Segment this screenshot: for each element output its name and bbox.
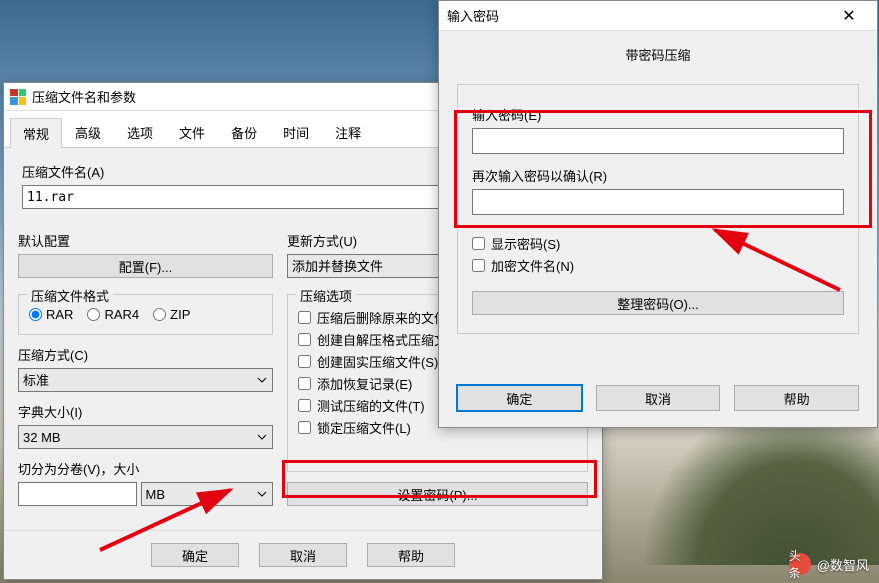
encrypt-names-checkbox[interactable]: [472, 259, 485, 272]
method-select[interactable]: 标准: [18, 368, 273, 392]
dict-select[interactable]: 32 MB: [18, 425, 273, 449]
opt-test[interactable]: [298, 399, 311, 412]
watermark-icon: 头条: [789, 553, 811, 575]
format-rar4[interactable]: RAR4: [87, 307, 139, 322]
split-size-input[interactable]: [18, 482, 137, 506]
tab-time[interactable]: 时间: [270, 117, 322, 147]
pwd-confirm-label: 再次输入密码以确认(R): [472, 166, 844, 185]
pwd-cancel-button[interactable]: 取消: [596, 385, 721, 411]
archive-help-button[interactable]: 帮助: [367, 543, 455, 567]
dict-label: 字典大小(I): [18, 402, 273, 421]
show-password-checkbox[interactable]: [472, 237, 485, 250]
format-label: 压缩文件格式: [27, 286, 113, 305]
pwd-subtitle: 带密码压缩: [439, 31, 877, 78]
watermark-text: @数智风: [817, 555, 869, 574]
pwd-group: 输入密码(E) 再次输入密码以确认(R) 显示密码(S) 加密文件名(N) 整理…: [457, 84, 859, 334]
method-label: 压缩方式(C): [18, 345, 273, 364]
set-password-button[interactable]: 设置密码(P)...: [287, 482, 588, 506]
options-label: 压缩选项: [296, 286, 356, 305]
tab-general[interactable]: 常规: [10, 118, 62, 148]
pwd-ok-button[interactable]: 确定: [457, 385, 582, 411]
organize-passwords-button[interactable]: 整理密码(O)...: [472, 291, 844, 315]
archive-ok-button[interactable]: 确定: [151, 543, 239, 567]
opt-recovery[interactable]: [298, 377, 311, 390]
opt-lock[interactable]: [298, 421, 311, 434]
close-icon[interactable]: ✕: [829, 2, 869, 30]
tab-advanced[interactable]: 高级: [62, 117, 114, 147]
split-unit-select[interactable]: MB: [141, 482, 274, 506]
pwd-title: 输入密码: [447, 6, 499, 25]
tab-comment[interactable]: 注释: [322, 117, 374, 147]
format-rar[interactable]: RAR: [29, 307, 73, 322]
password-input[interactable]: [472, 128, 844, 154]
password-dialog: 输入密码 ✕ 带密码压缩 输入密码(E) 再次输入密码以确认(R) 显示密码(S…: [438, 0, 878, 428]
winrar-icon: [10, 89, 26, 105]
opt-sfx[interactable]: [298, 333, 311, 346]
password-confirm-input[interactable]: [472, 189, 844, 215]
pwd-help-button[interactable]: 帮助: [734, 385, 859, 411]
tab-files[interactable]: 文件: [166, 117, 218, 147]
archive-footer: 确定 取消 帮助: [4, 530, 602, 579]
pwd-titlebar: 输入密码 ✕: [439, 1, 877, 31]
profile-button[interactable]: 配置(F)...: [18, 254, 273, 278]
profile-label: 默认配置: [18, 231, 273, 250]
watermark: 头条 @数智风: [789, 553, 869, 575]
tab-options[interactable]: 选项: [114, 117, 166, 147]
format-group: 压缩文件格式 RAR RAR4 ZIP: [18, 294, 273, 335]
archive-title: 压缩文件名和参数: [32, 87, 136, 106]
pwd-label: 输入密码(E): [472, 105, 844, 124]
opt-solid[interactable]: [298, 355, 311, 368]
tab-backup[interactable]: 备份: [218, 117, 270, 147]
opt-delete[interactable]: [298, 311, 311, 324]
format-zip[interactable]: ZIP: [153, 307, 190, 322]
pwd-footer: 确定 取消 帮助: [439, 369, 877, 427]
archive-cancel-button[interactable]: 取消: [259, 543, 347, 567]
split-label: 切分为分卷(V)，大小: [18, 459, 273, 478]
